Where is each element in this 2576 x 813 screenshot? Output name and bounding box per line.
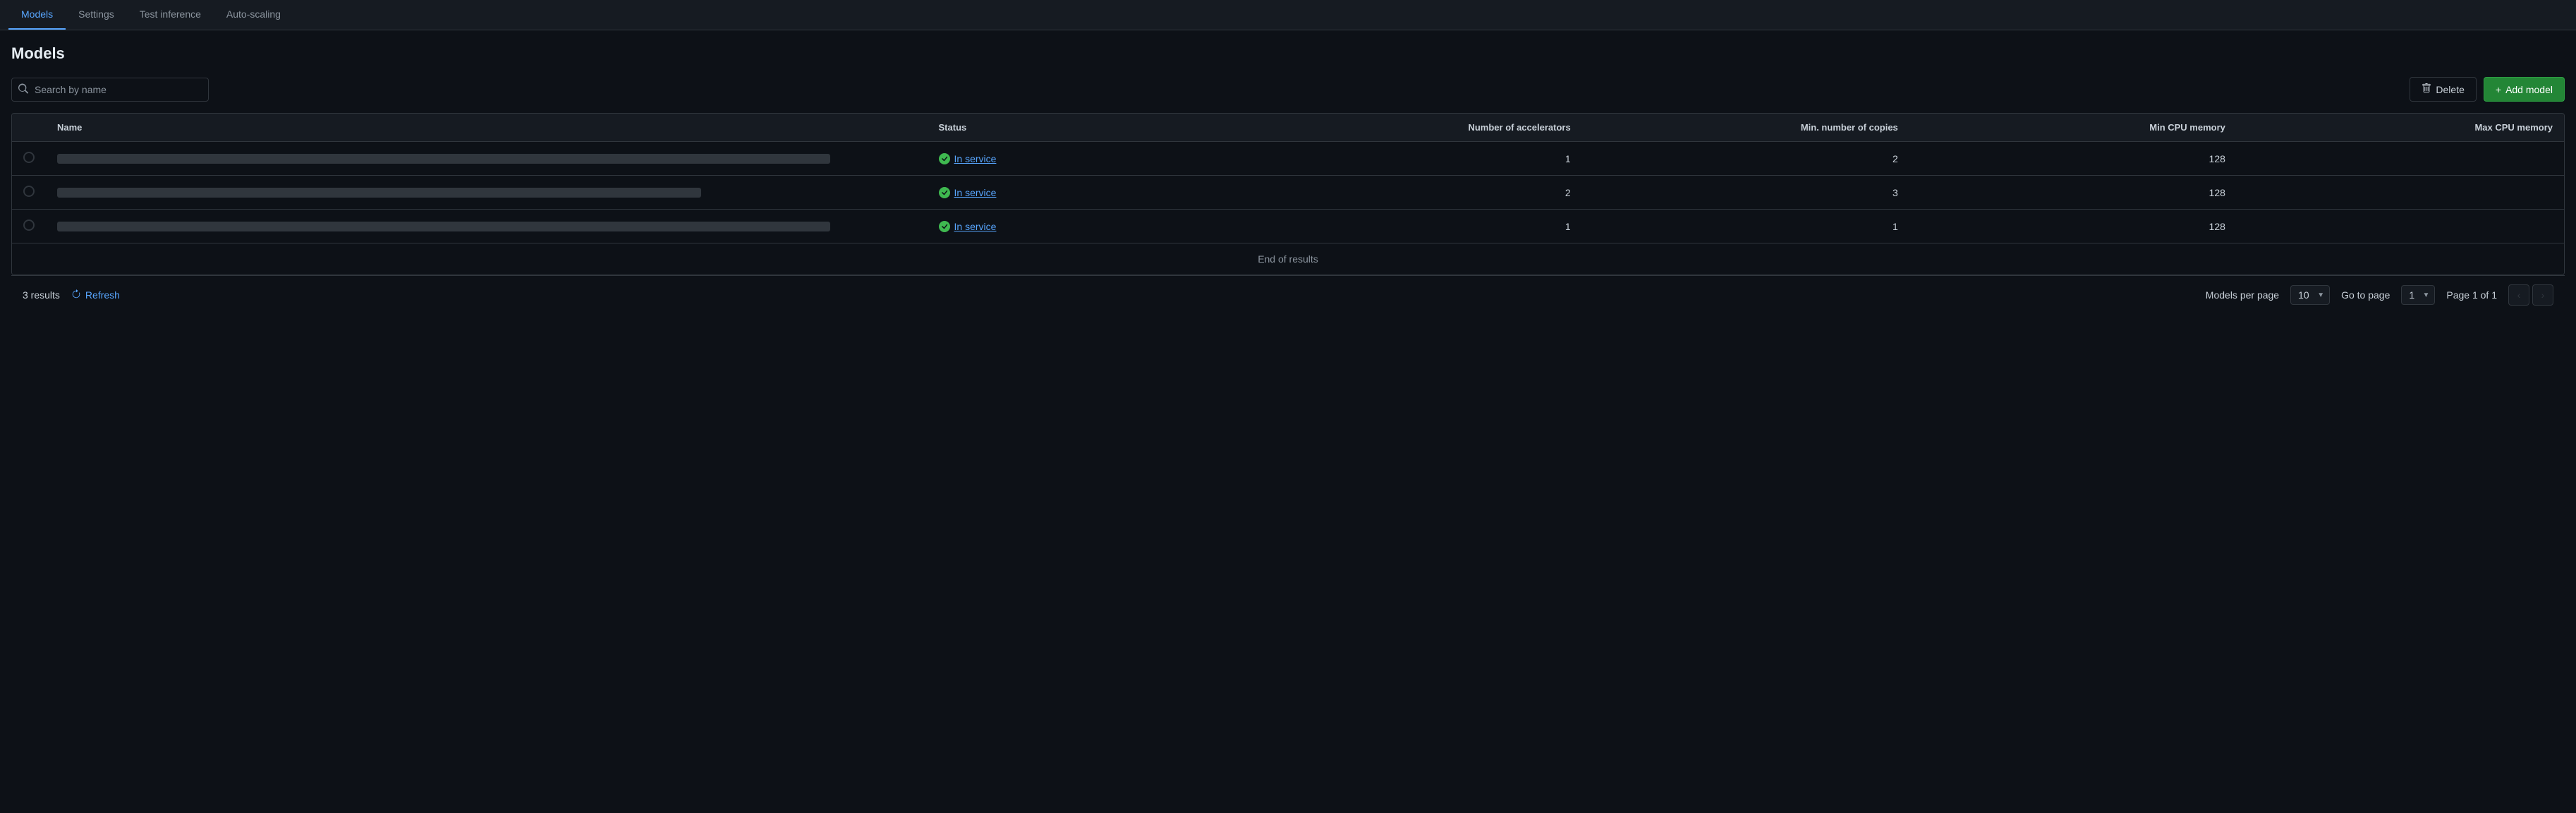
table-footer: 3 results Refresh Models per page 102550… (11, 275, 2565, 314)
row-status-cell: In service (928, 176, 1255, 210)
col-header-min-copies: Min. number of copies (1582, 114, 1909, 142)
row-radio-cell (12, 176, 46, 210)
row-min-copies-cell: 3 (1582, 176, 1909, 210)
row-accelerators-cell: 2 (1255, 176, 1582, 210)
row-min-cpu-mem-cell: 128 (1909, 176, 2237, 210)
action-buttons: Delete + Add model (2410, 77, 2565, 102)
end-of-results: End of results (12, 243, 2564, 275)
table-row: In service 12128 (12, 142, 2564, 176)
row-name-bar (57, 188, 701, 198)
go-to-page-label: Go to page (2341, 289, 2390, 301)
row-radio-button[interactable] (23, 219, 35, 231)
add-model-button[interactable]: + Add model (2484, 77, 2565, 102)
search-container (11, 78, 209, 102)
plus-icon: + (2496, 84, 2501, 95)
per-page-select-wrapper: 102550 ▼ (2290, 285, 2330, 305)
add-model-label: Add model (2505, 84, 2553, 95)
go-to-page-select-wrapper: 1 ▼ (2401, 285, 2435, 305)
row-max-cpu-mem-cell (2237, 176, 2564, 210)
row-status-cell: In service (928, 142, 1255, 176)
table-row: In service11128 (12, 210, 2564, 243)
results-count: 3 results (23, 289, 60, 301)
prev-page-button[interactable]: ‹ (2508, 284, 2529, 306)
status-check-icon (939, 153, 950, 164)
tab-test-inference[interactable]: Test inference (127, 0, 214, 30)
search-icon (18, 83, 28, 95)
row-name-cell (46, 142, 928, 176)
results-info: 3 results Refresh (23, 289, 120, 301)
table-row: In service 23128 (12, 176, 2564, 210)
go-to-page-select[interactable]: 1 (2401, 285, 2435, 305)
refresh-icon (71, 289, 81, 301)
row-radio-cell (12, 210, 46, 243)
row-radio-button[interactable] (23, 186, 35, 197)
row-min-copies-cell: 1 (1582, 210, 1909, 243)
row-min-cpu-mem-cell: 128 (1909, 142, 2237, 176)
per-page-select[interactable]: 102550 (2290, 285, 2330, 305)
row-min-cpu-mem-cell: 128 (1909, 210, 2237, 243)
tab-models[interactable]: Models (8, 0, 66, 30)
col-header-accelerators: Number of accelerators (1255, 114, 1582, 142)
tab-bar: Models Settings Test inference Auto-scal… (0, 0, 2576, 30)
toolbar: Delete + Add model (11, 77, 2565, 102)
nav-buttons: ‹ › (2508, 284, 2553, 306)
pagination-controls: Models per page 102550 ▼ Go to page 1 ▼ … (2206, 284, 2553, 306)
row-radio-button[interactable] (23, 152, 35, 163)
delete-label: Delete (2436, 84, 2464, 95)
trash-icon (2422, 83, 2431, 95)
row-status-cell: In service (928, 210, 1255, 243)
search-input[interactable] (11, 78, 209, 102)
col-header-status: Status (928, 114, 1255, 142)
row-name-bar (57, 222, 830, 231)
col-header-min-cpu-mem: Min CPU memory (1909, 114, 2237, 142)
models-table: Name Status Number of accelerators Min. … (12, 114, 2564, 243)
status-check-icon (939, 187, 950, 198)
refresh-button[interactable]: Refresh (71, 289, 120, 301)
row-name-bar (57, 154, 830, 164)
refresh-label: Refresh (85, 289, 120, 301)
row-min-copies-cell: 2 (1582, 142, 1909, 176)
status-link[interactable]: In service (954, 153, 997, 164)
col-header-checkbox (12, 114, 46, 142)
col-header-max-cpu-mem: Max CPU memory (2237, 114, 2564, 142)
row-max-cpu-mem-cell (2237, 142, 2564, 176)
row-accelerators-cell: 1 (1255, 210, 1582, 243)
per-page-label: Models per page (2206, 289, 2279, 301)
models-table-container: Name Status Number of accelerators Min. … (11, 113, 2565, 275)
tab-settings[interactable]: Settings (66, 0, 127, 30)
status-check-icon (939, 221, 950, 232)
row-max-cpu-mem-cell (2237, 210, 2564, 243)
row-name-cell (46, 176, 928, 210)
main-content: Models Delete + A (0, 30, 2576, 328)
row-radio-cell (12, 142, 46, 176)
status-link[interactable]: In service (954, 221, 997, 232)
row-accelerators-cell: 1 (1255, 142, 1582, 176)
delete-button[interactable]: Delete (2410, 77, 2476, 102)
col-header-name: Name (46, 114, 928, 142)
page-title: Models (11, 44, 2565, 63)
tab-auto-scaling[interactable]: Auto-scaling (214, 0, 293, 30)
table-header-row: Name Status Number of accelerators Min. … (12, 114, 2564, 142)
page-info: Page 1 of 1 (2446, 289, 2497, 301)
row-name-cell (46, 210, 928, 243)
status-link[interactable]: In service (954, 187, 997, 198)
next-page-button[interactable]: › (2532, 284, 2553, 306)
